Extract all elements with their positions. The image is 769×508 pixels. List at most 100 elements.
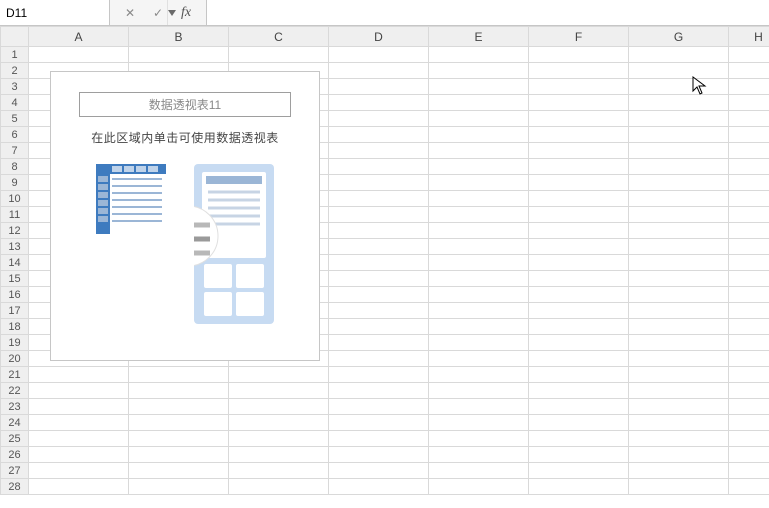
cell[interactable] [629,111,729,127]
cell[interactable] [729,319,769,335]
row-header[interactable]: 16 [1,287,29,303]
cell[interactable] [329,271,429,287]
cell[interactable] [329,143,429,159]
formula-input[interactable] [207,0,769,25]
cell[interactable] [329,319,429,335]
cell[interactable] [429,239,529,255]
cell[interactable] [529,239,629,255]
row-header[interactable]: 23 [1,399,29,415]
cell[interactable] [629,431,729,447]
cell[interactable] [729,351,769,367]
cell[interactable] [629,159,729,175]
cell[interactable] [329,159,429,175]
fx-icon[interactable]: fx [172,0,200,25]
cell[interactable] [729,271,769,287]
cell[interactable] [729,399,769,415]
cell[interactable] [729,287,769,303]
cell[interactable] [29,479,129,495]
cell[interactable] [529,319,629,335]
row-header[interactable]: 6 [1,127,29,143]
cell[interactable] [429,127,529,143]
cell[interactable] [429,431,529,447]
row-header[interactable]: 12 [1,223,29,239]
cell[interactable] [629,175,729,191]
cell[interactable] [329,415,429,431]
cell[interactable] [529,447,629,463]
cell[interactable] [529,383,629,399]
row-header[interactable]: 25 [1,431,29,447]
cell[interactable] [529,399,629,415]
cell[interactable] [429,223,529,239]
cell[interactable] [529,431,629,447]
cancel-icon[interactable]: ✕ [116,0,144,25]
cell[interactable] [229,383,329,399]
col-header[interactable]: D [329,27,429,47]
cell[interactable] [529,143,629,159]
cell[interactable] [529,207,629,223]
cell[interactable] [329,47,429,63]
row-header[interactable]: 1 [1,47,29,63]
row-header[interactable]: 20 [1,351,29,367]
cell[interactable] [429,351,529,367]
cell[interactable] [429,255,529,271]
cell[interactable] [329,127,429,143]
cell[interactable] [729,367,769,383]
cell[interactable] [29,463,129,479]
cell[interactable] [429,63,529,79]
row-header[interactable]: 2 [1,63,29,79]
row-header[interactable]: 9 [1,175,29,191]
cell[interactable] [629,63,729,79]
cell[interactable] [429,95,529,111]
cell[interactable] [529,111,629,127]
cell[interactable] [629,303,729,319]
cell[interactable] [329,399,429,415]
cell[interactable] [329,351,429,367]
cell[interactable] [329,223,429,239]
cell[interactable] [129,415,229,431]
cell[interactable] [629,479,729,495]
cell[interactable] [429,399,529,415]
cell[interactable] [629,367,729,383]
cell[interactable] [629,207,729,223]
row-header[interactable]: 10 [1,191,29,207]
name-box[interactable] [0,0,110,25]
row-header[interactable]: 5 [1,111,29,127]
cell[interactable] [529,79,629,95]
cell[interactable] [429,479,529,495]
cell[interactable] [429,367,529,383]
cell[interactable] [329,63,429,79]
cell[interactable] [29,431,129,447]
cell[interactable] [529,415,629,431]
row-header[interactable]: 11 [1,207,29,223]
cell[interactable] [329,383,429,399]
cell[interactable] [729,95,769,111]
cell[interactable] [329,175,429,191]
col-header[interactable]: E [429,27,529,47]
cell[interactable] [629,255,729,271]
cell[interactable] [729,207,769,223]
cell[interactable] [329,463,429,479]
cell[interactable] [729,415,769,431]
cell[interactable] [529,95,629,111]
cell[interactable] [429,47,529,63]
cell[interactable] [229,431,329,447]
cell[interactable] [729,447,769,463]
cell[interactable] [729,335,769,351]
cell[interactable] [629,447,729,463]
cell[interactable] [629,463,729,479]
cell[interactable] [329,303,429,319]
cell[interactable] [129,463,229,479]
cell[interactable] [729,127,769,143]
row-header[interactable]: 24 [1,415,29,431]
cell[interactable] [529,127,629,143]
cell[interactable] [429,111,529,127]
cell[interactable] [229,47,329,63]
cell[interactable] [729,191,769,207]
cell[interactable] [329,255,429,271]
cell[interactable] [629,319,729,335]
cell[interactable] [729,383,769,399]
cell[interactable] [429,463,529,479]
cell[interactable] [629,47,729,63]
cell[interactable] [629,399,729,415]
cell[interactable] [429,271,529,287]
